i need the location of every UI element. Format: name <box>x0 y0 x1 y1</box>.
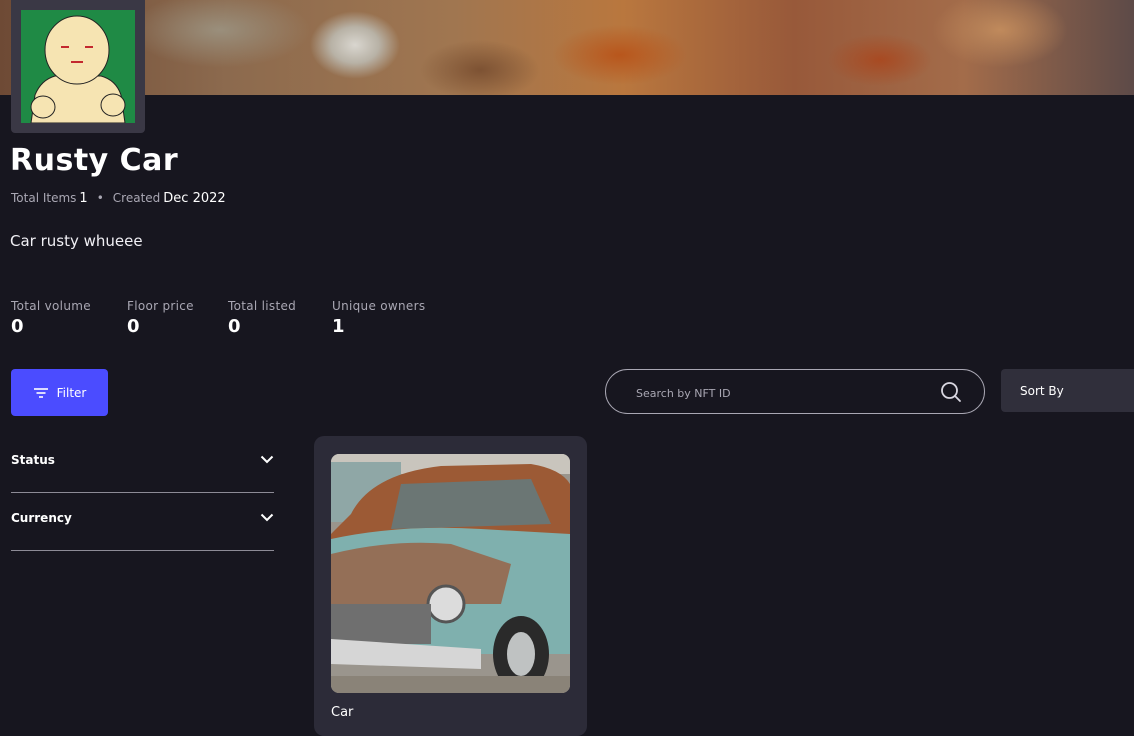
filter-status[interactable]: Status <box>11 435 274 493</box>
avatar-image <box>21 10 135 123</box>
stat-floor-price: Floor price 0 <box>127 299 194 337</box>
stat-value: 1 <box>332 316 345 337</box>
nft-card[interactable]: Car <box>314 436 587 736</box>
chevron-down-icon[interactable] <box>260 455 274 464</box>
filter-currency[interactable]: Currency <box>11 493 274 551</box>
filter-icon <box>33 387 48 398</box>
chevron-down-icon[interactable] <box>260 513 274 522</box>
stat-label: Total listed <box>228 299 297 313</box>
collection-description: Car rusty whueee <box>10 232 143 250</box>
search-box <box>605 369 985 414</box>
total-items-label: Total Items <box>11 191 77 205</box>
separator-dot: • <box>96 191 104 205</box>
total-items-value: 1 <box>79 191 88 206</box>
sort-by-label: Sort By <box>1020 383 1064 398</box>
filter-label: Filter <box>56 385 87 400</box>
stat-label: Total volume <box>11 299 91 313</box>
stat-value: 0 <box>127 316 140 337</box>
sort-by-dropdown[interactable]: Sort By <box>1001 369 1134 412</box>
filter-currency-label: Currency <box>11 511 72 525</box>
nft-image[interactable] <box>331 454 570 693</box>
collection-meta: Total Items 1 • Created Dec 2022 <box>11 191 226 206</box>
created-value: Dec 2022 <box>163 191 226 206</box>
stat-label: Floor price <box>127 299 194 313</box>
stat-value: 0 <box>11 316 24 337</box>
stat-label: Unique owners <box>332 299 426 313</box>
nft-name: Car <box>331 705 354 720</box>
collection-avatar <box>11 0 145 133</box>
stat-total-volume: Total volume 0 <box>11 299 91 337</box>
search-icon[interactable] <box>940 381 962 407</box>
stat-value: 0 <box>228 316 241 337</box>
search-input[interactable] <box>634 380 928 406</box>
stat-total-listed: Total listed 0 <box>228 299 296 337</box>
filter-button[interactable]: Filter <box>11 369 108 416</box>
created-label: Created <box>112 191 161 205</box>
collection-banner <box>0 0 1134 95</box>
filter-status-label: Status <box>11 453 55 467</box>
collection-title: Rusty Car <box>10 143 179 178</box>
stat-unique-owners: Unique owners 1 <box>332 299 425 337</box>
